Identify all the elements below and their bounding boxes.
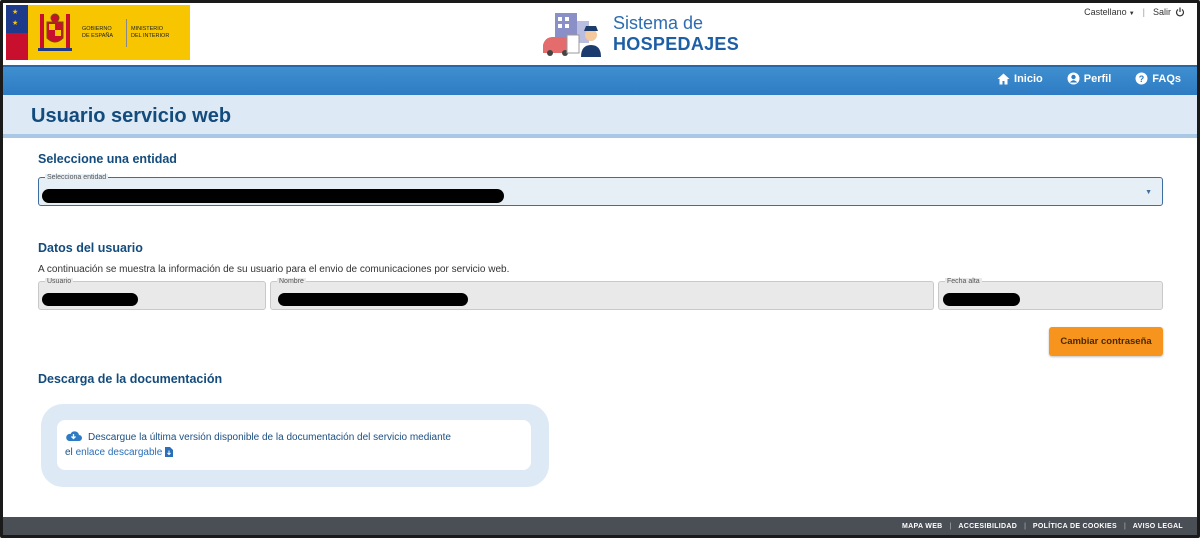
nombre-value-redacted xyxy=(278,293,468,306)
docs-section-title: Descarga de la documentación xyxy=(38,372,223,386)
page-title-band: Usuario servicio web xyxy=(3,95,1197,138)
entity-select-label: Selecciona entidad xyxy=(45,174,109,181)
brand-title-line2: HOSPEDAJES xyxy=(613,34,740,54)
user-section-title: Datos del usuario xyxy=(38,241,143,255)
language-selector[interactable]: Castellano ▼ xyxy=(1084,7,1134,17)
page-title: Usuario servicio web xyxy=(31,105,232,127)
ministry-label: MINISTERIO DEL INTERIOR xyxy=(131,25,170,39)
main-navbar: Inicio Perfil ? FAQs xyxy=(3,65,1197,95)
brand-title-line1: Sistema de xyxy=(613,13,704,33)
footer-link-accesibilidad[interactable]: ACCESIBILIDAD xyxy=(958,523,1017,530)
user-icon xyxy=(1067,72,1080,85)
footer: MAPA WEB | ACCESIBILIDAD | POLÍTICA DE C… xyxy=(3,517,1197,535)
government-label: GOBIERNO DE ESPAÑA xyxy=(82,25,114,39)
svg-text:?: ? xyxy=(1139,74,1145,84)
docs-text-prefix: el xyxy=(65,447,73,458)
download-link[interactable]: enlace descargable xyxy=(76,447,163,458)
logout-button[interactable]: Salir xyxy=(1153,7,1185,17)
fecha-alta-field: Fecha alta xyxy=(938,278,1163,310)
nav-item-faqs[interactable]: ? FAQs xyxy=(1135,72,1181,85)
docs-panel: Descargue la última versión disponible d… xyxy=(41,404,549,487)
footer-link-mapa-web[interactable]: MAPA WEB xyxy=(902,523,943,530)
user-actions: Castellano ▼ | Salir xyxy=(1084,7,1185,17)
home-icon xyxy=(997,73,1010,84)
footer-separator: | xyxy=(1024,523,1026,530)
power-icon xyxy=(1175,7,1185,17)
separator: | xyxy=(1142,7,1145,17)
entity-select[interactable]: Selecciona entidad ▼ xyxy=(38,174,1163,206)
fecha-alta-value-redacted xyxy=(943,293,1020,306)
usuario-field: Usuario xyxy=(38,278,266,310)
change-password-button[interactable]: Cambiar contraseña xyxy=(1049,327,1163,356)
app-brand[interactable]: Sistema de HOSPEDAJES xyxy=(541,9,739,59)
chevron-down-icon: ▼ xyxy=(1128,11,1135,17)
eu-flag-strip: ★ ★ xyxy=(6,5,28,60)
nav-item-inicio[interactable]: Inicio xyxy=(997,72,1043,85)
docs-text: Descargue la última versión disponible d… xyxy=(88,432,451,443)
footer-separator: | xyxy=(949,523,952,530)
cloud-download-icon xyxy=(66,431,82,441)
entity-section-title: Seleccione una entidad xyxy=(38,152,177,166)
nombre-label: Nombre xyxy=(277,278,306,285)
user-section-description: A continuación se muestra la información… xyxy=(38,264,510,275)
file-download-icon[interactable] xyxy=(165,447,174,457)
entity-value-redacted xyxy=(42,189,504,203)
docs-card: Descargue la última versión disponible d… xyxy=(57,420,531,470)
chevron-down-icon: ▼ xyxy=(1145,189,1152,196)
government-logo[interactable]: ★ ★ GOBIERNO DE ESPAÑA MINISTERIO DEL IN… xyxy=(6,5,190,60)
fecha-alta-label: Fecha alta xyxy=(945,278,982,285)
coat-of-arms-icon xyxy=(38,13,72,51)
usuario-value-redacted xyxy=(42,293,138,306)
footer-link-cookies[interactable]: POLÍTICA DE COOKIES xyxy=(1033,523,1117,530)
question-icon: ? xyxy=(1135,72,1148,85)
nombre-field: Nombre xyxy=(270,278,934,310)
hospedajes-illustration-icon xyxy=(543,13,601,57)
logo-divider xyxy=(126,18,127,47)
nav-item-perfil[interactable]: Perfil xyxy=(1067,72,1111,85)
footer-separator: | xyxy=(1123,523,1126,530)
usuario-label: Usuario xyxy=(45,278,74,285)
footer-link-aviso-legal[interactable]: AVISO LEGAL xyxy=(1133,523,1183,530)
app-window: ★ ★ GOBIERNO DE ESPAÑA MINISTERIO DEL IN… xyxy=(0,0,1200,538)
top-header: ★ ★ GOBIERNO DE ESPAÑA MINISTERIO DEL IN… xyxy=(3,3,1197,65)
